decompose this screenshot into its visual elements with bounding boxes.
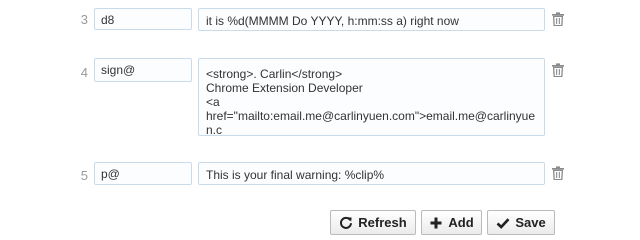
add-button[interactable]: Add [421, 210, 482, 235]
expansion-text-input[interactable]: <strong>. Carlin</strong> Chrome Extensi… [198, 58, 545, 136]
save-label: Save [515, 215, 546, 230]
trash-icon[interactable] [552, 63, 564, 77]
refresh-button[interactable]: Refresh [330, 210, 416, 235]
row-number: 3 [80, 12, 88, 27]
row-number: 4 [80, 65, 88, 80]
trash-icon[interactable] [552, 166, 564, 180]
abbreviation-input[interactable]: d8 [94, 8, 192, 30]
row-number: 5 [80, 168, 88, 183]
add-label: Add [448, 215, 474, 230]
refresh-label: Refresh [358, 215, 407, 230]
abbreviation-input[interactable]: p@ [94, 162, 192, 185]
expansion-text-input[interactable]: This is your final warning: %clip% [198, 162, 545, 185]
checkmark-icon [496, 216, 510, 230]
expansion-text-input[interactable]: it is %d(MMMM Do YYYY, h:mm:ss a) right … [198, 8, 545, 31]
save-button[interactable]: Save [487, 210, 555, 235]
refresh-icon [339, 216, 353, 230]
abbreviation-input[interactable]: sign@ [94, 58, 192, 82]
plus-icon [429, 216, 443, 230]
shortcut-editor: 3 d8 it is %d(MMMM Do YYYY, h:mm:ss a) r… [0, 0, 640, 240]
trash-icon[interactable] [552, 12, 564, 26]
